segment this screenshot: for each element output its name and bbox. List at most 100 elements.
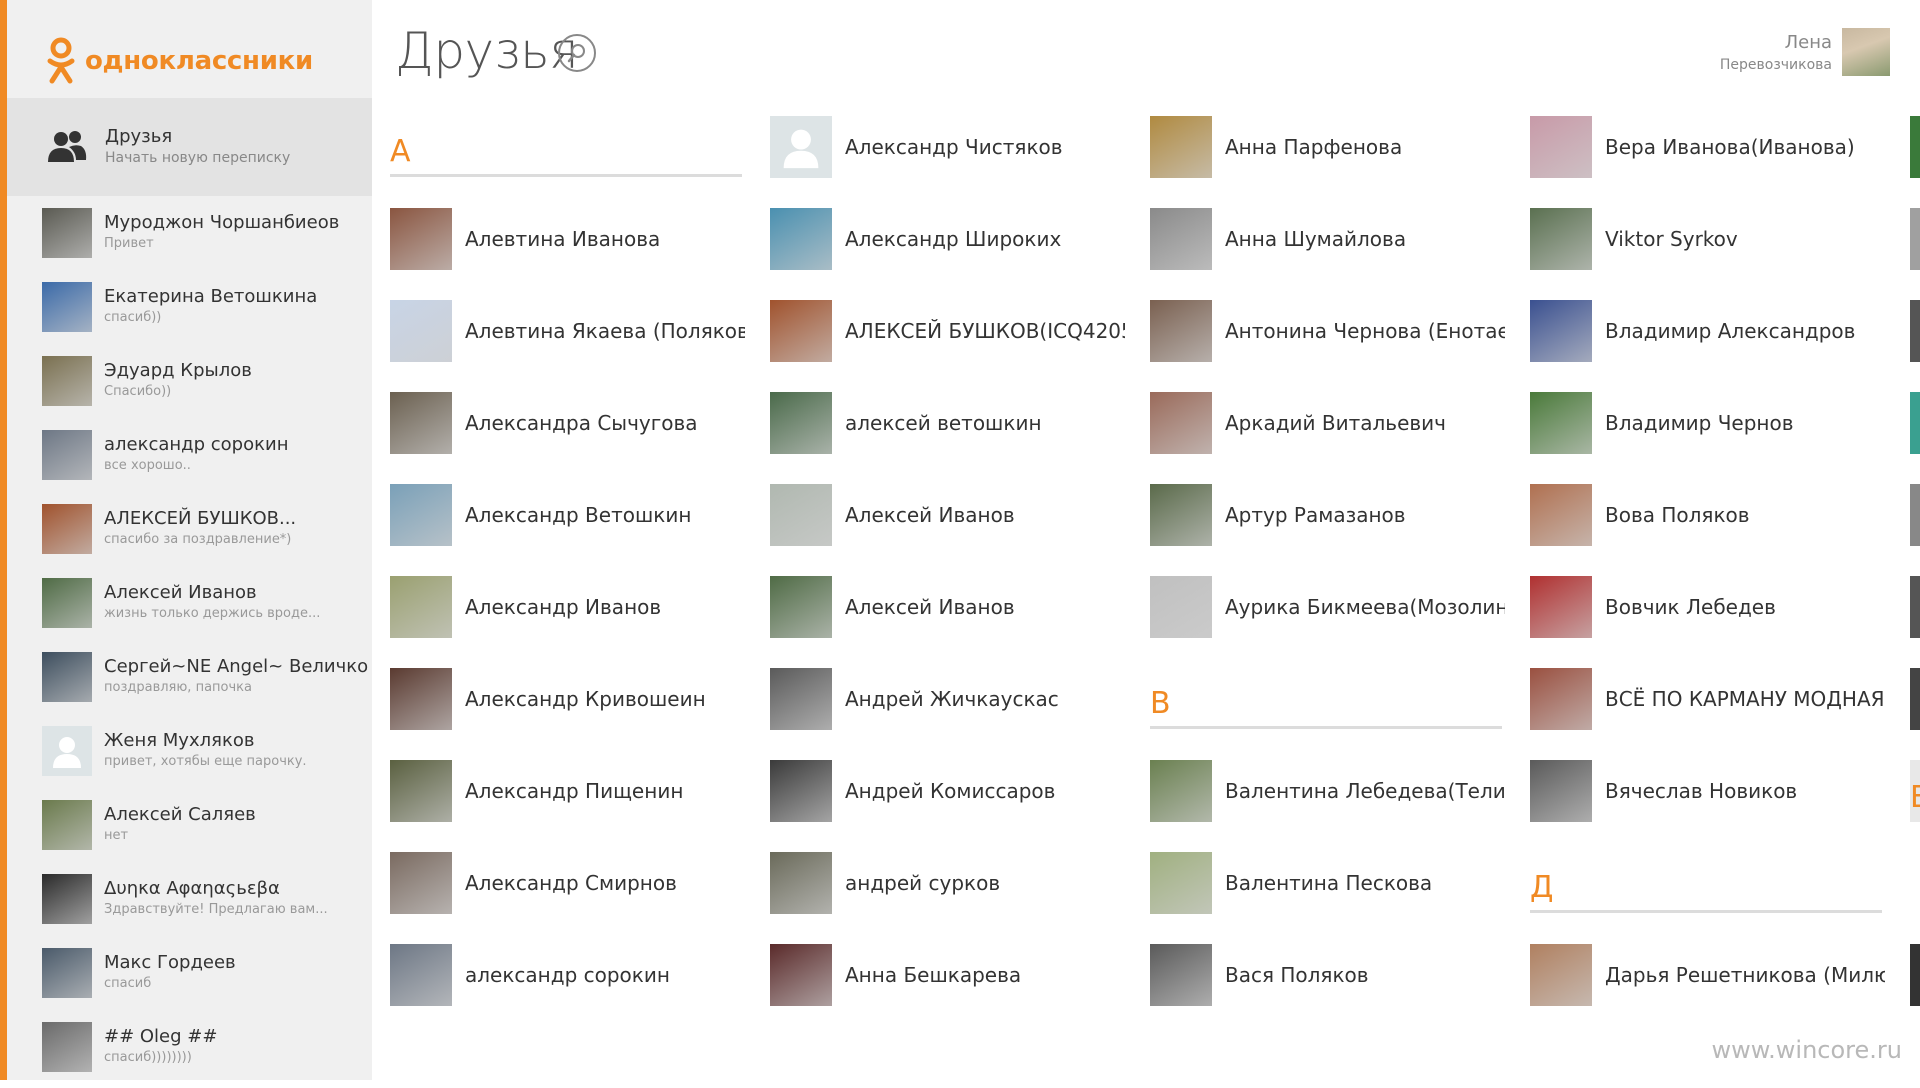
conversation-name: Алексей Иванов [104,582,257,603]
friend-item[interactable]: Александр Пищенин [390,756,745,848]
friend-item[interactable]: Анна Бешкарева [770,940,1125,1012]
friend-avatar [390,852,452,914]
conversation-preview: жизнь только держись вроде... [104,606,321,621]
conversation-item[interactable]: Алексей Саляев нет [7,792,372,866]
friend-item[interactable]: ВСЁ ПО КАРМАНУ МОДНАЯ- [1530,664,1885,756]
friend-item[interactable]: Александр Чистяков [770,112,1125,204]
conversation-item[interactable]: Женя Мухляков привет, хотябы еще парочку. [7,718,372,792]
friend-name: Вера Иванова(Иванова) [1605,135,1855,159]
friend-item[interactable]: Александр Кривошеин [390,664,745,756]
friend-item[interactable]: Александр Ветошкин [390,480,745,572]
conversation-preview: Спасибо)) [104,384,172,399]
conversation-item[interactable]: Муроджон Чоршанбиеов Привет [7,200,372,274]
friend-item[interactable]: Анна Шумайлова [1150,204,1505,296]
friend-item[interactable]: Вася Поляков [1150,940,1505,1012]
friend-item[interactable]: Валентина Лебедева(Телици [1150,756,1505,848]
letter-group-header[interactable]: Д [1530,848,1885,940]
friend-item[interactable]: Аркадий Витальевич [1150,388,1505,480]
friend-item[interactable]: Артур Рамазанов [1150,480,1505,572]
friend-name: Валентина Пескова [1225,871,1433,895]
conversation-preview: Привет [104,236,154,251]
friend-item[interactable]: Аурика Бикмеева(Мозолина) [1150,572,1505,664]
peek-avatar[interactable] [1910,668,1920,730]
friend-avatar [770,116,832,178]
friend-item[interactable]: Вера Иванова(Иванова) [1530,112,1885,204]
conversation-item[interactable]: Эдуард Крылов Спасибо)) [7,348,372,422]
friend-item[interactable]: Алевтина Якаева (Полякова) [390,296,745,388]
app-logo[interactable]: одноклассники [45,36,313,86]
friend-item[interactable]: алексей ветошкин [770,388,1125,480]
conversation-avatar [42,726,92,776]
friend-item[interactable]: Валентина Пескова [1150,848,1505,940]
friend-item[interactable]: АЛЕКСЕЙ БУШКОВ(ICQ42052 [770,296,1125,388]
conversation-preview: спасиб [104,976,152,991]
peek-avatar[interactable] [1910,576,1920,638]
friend-item[interactable]: Вова Поляков [1530,480,1885,572]
friend-avatar [770,484,832,546]
people-icon [48,131,87,162]
nav-friends[interactable]: Друзья Начать новую переписку [7,98,372,196]
conversation-item[interactable]: АЛЕКСЕЙ БУШКОВ... спасибо за поздравление… [7,496,372,570]
friend-item[interactable]: Вовчик Лебедев [1530,572,1885,664]
friend-item[interactable]: Вячеслав Новиков [1530,756,1885,848]
friend-item[interactable]: Владимир Чернов [1530,388,1885,480]
conversation-preview: спасиб)))))))) [104,1050,192,1065]
peek-avatar[interactable] [1910,484,1920,546]
conversation-name: Екатерина Ветошкина [104,286,318,307]
friend-name: Александр Широких [845,227,1062,251]
friend-avatar [390,208,452,270]
conversation-item[interactable]: ## Oleg ## спасиб)))))))) [7,1014,372,1088]
friend-name: александр сорокин [465,963,670,987]
friend-item[interactable]: Александр Широких [770,204,1125,296]
group-letter: А [390,134,411,169]
friend-item[interactable]: Анна Парфенова [1150,112,1505,204]
friend-avatar [1530,392,1592,454]
search-button[interactable] [558,34,596,72]
peek-avatar[interactable] [1910,116,1920,178]
friends-grid: А Алевтина Иванова Алевтина Якаева (Поляко… [390,112,1920,1012]
friend-avatar [1530,760,1592,822]
friend-name: Артур Рамазанов [1225,503,1406,527]
friend-name: Антонина Чернова (Енотаев [1225,319,1505,343]
friend-item[interactable]: Алексей Иванов [770,480,1125,572]
conversation-item[interactable]: Алексей Иванов жизнь только держись вроде… [7,570,372,644]
friend-item[interactable]: Алексей Иванов [770,572,1125,664]
group-letter: В [1150,686,1171,721]
friend-item[interactable]: Viktor Syrkov [1530,204,1885,296]
friend-avatar [390,944,452,1006]
friend-item[interactable]: Александра Сычугова [390,388,745,480]
current-user[interactable]: Лена Перевозчикова [1720,28,1890,76]
friend-item[interactable]: Андрей Комиссаров [770,756,1125,848]
conversation-item[interactable]: Екатерина Ветошкина спасиб)) [7,274,372,348]
peek-avatar[interactable] [1910,944,1920,1006]
friend-item[interactable]: андрей сурков [770,848,1125,940]
friend-name: Алевтина Якаева (Полякова) [465,319,745,343]
conversation-item[interactable]: Макс Гордеев спасиб [7,940,372,1014]
peek-avatar[interactable] [1910,300,1920,362]
letter-group-header[interactable]: А [390,112,745,204]
friend-item[interactable]: александр сорокин [390,940,745,1012]
conversation-avatar [42,800,92,850]
friend-name: Александр Чистяков [845,135,1063,159]
friend-item[interactable]: Антонина Чернова (Енотаев [1150,296,1505,388]
friend-avatar [1150,576,1212,638]
friend-item[interactable]: Дарья Решетникова (Милюти [1530,940,1885,1012]
accent-strip [0,0,7,1080]
letter-group-header[interactable]: В [1150,664,1505,756]
conversation-preview: привет, хотябы еще парочку. [104,754,307,769]
friend-item[interactable]: Андрей Жичкаускас [770,664,1125,756]
friend-name: Вася Поляков [1225,963,1369,987]
friend-avatar [390,392,452,454]
conversation-item[interactable]: александр сорокин все хорошо.. [7,422,372,496]
peek-avatar[interactable] [1910,392,1920,454]
friend-item[interactable]: Александр Иванов [390,572,745,664]
group-divider [1530,910,1882,913]
conversation-item[interactable]: Сергей~NE Angel~ Величко поздравляю, папо… [7,644,372,718]
friend-item[interactable]: Владимир Александров [1530,296,1885,388]
nav-friends-subtitle: Начать новую переписку [105,150,291,166]
peek-avatar[interactable] [1910,208,1920,270]
conversation-avatar [42,282,92,332]
friend-item[interactable]: Александр Смирнов [390,848,745,940]
friend-item[interactable]: Алевтина Иванова [390,204,745,296]
conversation-item[interactable]: Δυηκα Αφαηαςьεβα Здравствуйте! Предлагаю … [7,866,372,940]
